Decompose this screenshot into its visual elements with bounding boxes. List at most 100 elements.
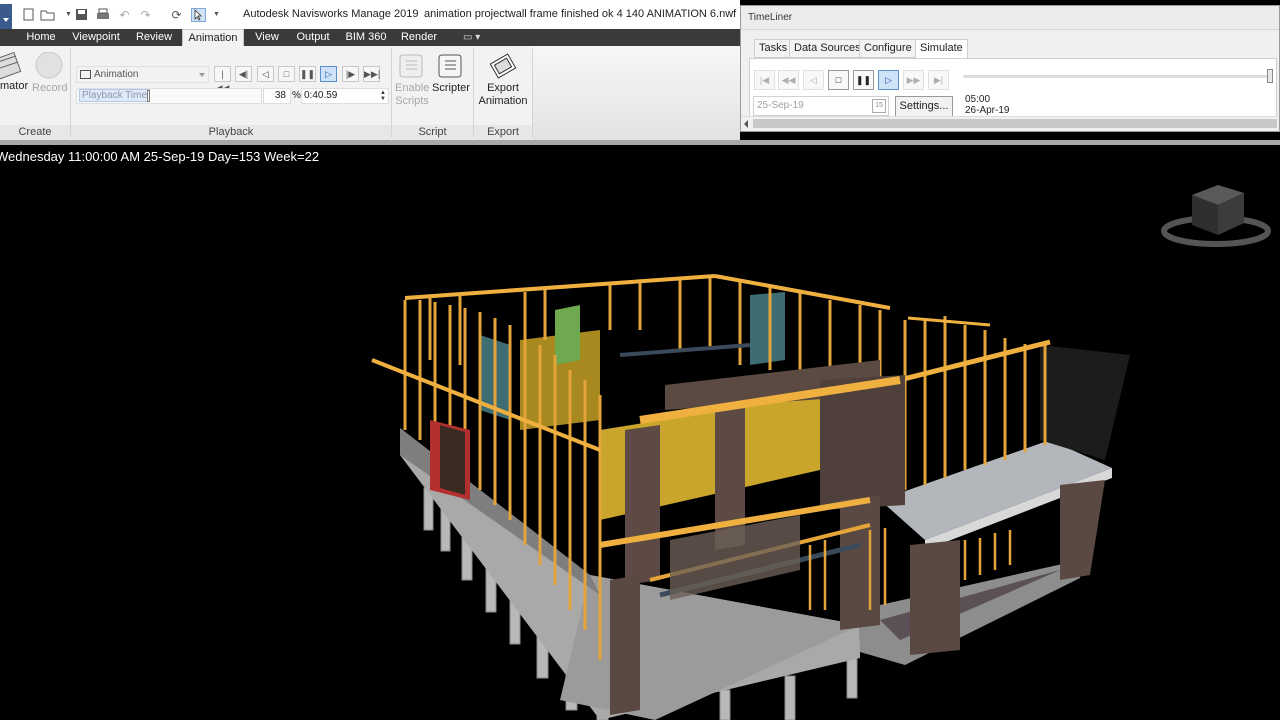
print-icon[interactable] xyxy=(95,8,110,22)
current-date: 26-Apr-19 xyxy=(965,105,1010,116)
time-field[interactable]: 0:40.59 ▲ ▼ xyxy=(301,88,389,104)
new-icon[interactable] xyxy=(21,8,36,22)
panel-divider xyxy=(532,48,533,138)
window-opening xyxy=(440,425,465,495)
simulation-slider-thumb[interactable] xyxy=(1266,69,1273,83)
brick-wall-right xyxy=(820,375,905,510)
current-time: 05:00 xyxy=(965,94,991,105)
tl-pause-button[interactable]: ❚❚ xyxy=(853,70,874,90)
animator-button[interactable]: mator xyxy=(0,52,30,93)
right-top-plate xyxy=(907,316,991,327)
step-forward-button[interactable]: |▶ xyxy=(342,66,359,82)
chevron-down-icon xyxy=(199,73,205,77)
timeliner-title: TimeLiner xyxy=(741,6,1279,30)
record-icon xyxy=(35,52,63,79)
save-icon[interactable] xyxy=(74,8,89,22)
refresh-icon[interactable]: ⟳ xyxy=(169,8,184,22)
playback-time-slider[interactable]: Playback Time xyxy=(76,88,262,104)
enable-scripts-label-1: Enable xyxy=(395,82,430,94)
file-title: animation projectwall frame finished ok … xyxy=(424,8,737,20)
app-title: Autodesk Navisworks Manage 2019 xyxy=(243,8,419,20)
horizontal-scrollbar[interactable] xyxy=(741,116,1279,130)
date-field[interactable]: 25-Sep-19 15 xyxy=(753,96,889,116)
tl-step-forward-button[interactable]: ▶▶ xyxy=(903,70,924,90)
tl-stop-button[interactable]: □ xyxy=(828,70,849,90)
spinner-icon[interactable]: ▲ ▼ xyxy=(380,90,387,102)
scripter-button[interactable]: Scripter xyxy=(431,52,471,95)
tab-configure[interactable]: Configure xyxy=(859,39,917,58)
background-volume xyxy=(1040,345,1130,460)
fast-forward-button[interactable]: ▶▶| xyxy=(363,66,380,82)
panel-label-export: Export xyxy=(474,125,532,140)
percent-sign: % xyxy=(292,90,301,101)
panel-label-create: Create xyxy=(0,125,70,140)
enable-scripts-button[interactable]: Enable Scripts xyxy=(395,52,429,108)
tab-bim-360[interactable]: BIM 360 xyxy=(342,29,390,46)
tab-tasks[interactable]: Tasks xyxy=(754,39,793,58)
stop-button[interactable]: □ xyxy=(278,66,295,82)
title-bar: ▼ ↶ ↷ ⟳ ▼ Autodesk Navisworks Manage 201… xyxy=(0,0,740,42)
tl-rewind-button[interactable]: |◀ xyxy=(754,70,775,90)
record-label: Record xyxy=(32,82,68,94)
playback-time-label: Playback Time xyxy=(79,89,151,102)
qat-dropdown-icon[interactable]: ▼ xyxy=(209,8,224,22)
rewind-button[interactable]: |◀◀ xyxy=(214,66,231,93)
percent-field[interactable]: 38 xyxy=(263,88,291,104)
scroll-left-icon[interactable] xyxy=(744,120,748,128)
tab-review[interactable]: Review xyxy=(131,29,177,46)
select-icon[interactable] xyxy=(191,8,206,22)
panel-label-script: Script xyxy=(392,125,473,140)
scroll-icon xyxy=(399,54,423,78)
export-animation-button[interactable]: Export Animation xyxy=(476,52,530,108)
tl-play-reverse-button[interactable]: ◁ xyxy=(803,70,824,90)
brick-column xyxy=(1060,480,1105,580)
scripter-icon xyxy=(438,54,462,78)
export-animation-label-2: Animation xyxy=(478,95,528,107)
teal-panel xyxy=(750,292,785,365)
tab-animation[interactable]: Animation xyxy=(182,29,244,46)
back-top-plate xyxy=(404,274,716,300)
brick-column xyxy=(625,425,660,585)
animator-icon xyxy=(0,52,22,80)
step-back-button[interactable]: ◀| xyxy=(235,66,252,82)
calendar-icon[interactable]: 15 xyxy=(872,99,886,113)
ribbon-empty-area xyxy=(533,46,740,140)
tab-view[interactable]: View xyxy=(250,29,284,46)
animation-select[interactable]: Animation xyxy=(76,66,209,83)
tab-simulate[interactable]: Simulate xyxy=(915,39,968,59)
steel-beam xyxy=(619,343,751,357)
tl-play-button[interactable]: ▷ xyxy=(878,70,899,90)
enable-scripts-label-2: Scripts xyxy=(395,95,429,107)
scrollbar-thumb[interactable] xyxy=(753,119,1277,128)
pause-button[interactable]: ❚❚ xyxy=(299,66,316,82)
tl-fast-forward-button[interactable]: ▶| xyxy=(928,70,949,90)
undo-icon[interactable]: ↶ xyxy=(117,8,132,22)
animator-label: mator xyxy=(0,80,29,92)
ribbon-minimize-icon[interactable]: ▭ ▾ xyxy=(463,29,480,46)
brick-column xyxy=(910,540,960,655)
redo-icon[interactable]: ↷ xyxy=(138,8,153,22)
settings-button[interactable]: Settings... xyxy=(895,96,953,117)
slider-thumb[interactable] xyxy=(147,90,150,102)
tab-home[interactable]: Home xyxy=(19,29,63,46)
brick-column xyxy=(610,575,640,715)
ribbon-tab-strip: Home Viewpoint Review Animation View Out… xyxy=(0,29,740,46)
open-icon[interactable] xyxy=(40,8,55,22)
tab-data-sources[interactable]: Data Sources xyxy=(789,39,866,58)
scripter-label: Scripter xyxy=(432,82,470,94)
tab-output[interactable]: Output xyxy=(290,29,336,46)
record-button[interactable]: Record xyxy=(32,52,68,95)
export-animation-label-1: Export xyxy=(487,82,519,94)
brick-column xyxy=(840,495,880,630)
tab-render[interactable]: Render xyxy=(396,29,442,46)
simulation-status-overlay: Wednesday 11:00:00 AM 25-Sep-19 Day=153 … xyxy=(0,149,320,164)
viewcube-icon[interactable] xyxy=(1160,183,1272,263)
date-value: 25-Sep-19 xyxy=(757,100,804,111)
3d-viewport[interactable]: Wednesday 11:00:00 AM 25-Sep-19 Day=153 … xyxy=(0,145,1280,720)
animation-select-value: Animation xyxy=(94,69,139,80)
play-button[interactable]: ▷ xyxy=(320,66,337,82)
tab-viewpoint[interactable]: Viewpoint xyxy=(67,29,125,46)
simulation-slider[interactable] xyxy=(963,75,1273,78)
play-reverse-button[interactable]: ◁ xyxy=(257,66,274,82)
tl-step-back-button[interactable]: ◀◀ xyxy=(778,70,799,90)
